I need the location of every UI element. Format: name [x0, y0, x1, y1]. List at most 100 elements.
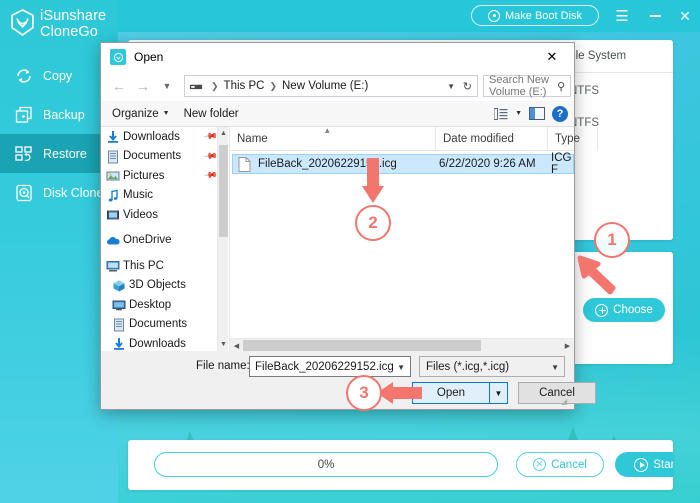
tree-item-downloads-pc[interactable]: Downloads: [101, 334, 228, 351]
choose-label: Choose: [613, 304, 653, 316]
tree-item-label: Documents: [123, 150, 182, 163]
tree-item-videos[interactable]: Videos: [101, 205, 228, 225]
3d-objects-icon: [113, 280, 125, 291]
help-icon[interactable]: ?: [552, 105, 568, 122]
tree-item-label: Downloads: [123, 130, 180, 143]
new-folder-button[interactable]: New folder: [177, 101, 246, 127]
dialog-cancel-button[interactable]: Cancel: [518, 382, 596, 404]
file-list-horizontal-scrollbar[interactable]: ◀ ▶: [230, 338, 574, 351]
resize-grip-icon[interactable]: ◢: [561, 397, 571, 407]
choose-button[interactable]: Choose: [583, 298, 665, 322]
play-circle-icon: [634, 457, 649, 472]
preview-pane-icon[interactable]: [529, 107, 545, 120]
videos-icon: [107, 210, 119, 220]
file-name-value: FileBack_20206229152.icg: [255, 360, 394, 373]
breadcrumb-separator: ❯: [269, 80, 277, 91]
file-list-header: Name ▴ Date modified Type: [230, 125, 598, 151]
column-header-type[interactable]: Type: [548, 127, 598, 151]
chevron-down-icon[interactable]: ▼: [397, 363, 405, 372]
scrollbar-thumb[interactable]: [243, 340, 481, 351]
dialog-title: Open: [134, 50, 164, 64]
filter-value: Files (*.icg,*.icg): [426, 360, 510, 373]
chevron-down-icon[interactable]: ▼: [155, 74, 179, 98]
open-file-dialog: Open ✕ ← → ▼ ↑ ❯ This PC ❯ New Volume (E…: [100, 42, 598, 410]
minimize-icon[interactable]: [645, 6, 665, 26]
tree-item-music[interactable]: Music: [101, 186, 228, 206]
breadcrumb-item-this-pc[interactable]: This PC: [224, 80, 265, 92]
chevron-down-icon[interactable]: ▼: [447, 82, 455, 91]
copy-refresh-icon: [17, 68, 31, 83]
breadcrumb-separator: ❯: [211, 80, 219, 91]
dialog-navbar: ← → ▼ ↑ ❯ This PC ❯ New Volume (E:) ▼ ↻ …: [101, 71, 574, 101]
sidebar-item-label: Backup: [43, 107, 85, 122]
x-circle-icon: ✕: [533, 458, 547, 471]
file-name-input[interactable]: FileBack_20206229152.icg ▼: [249, 356, 411, 377]
view-options-icon[interactable]: [494, 107, 508, 120]
open-label: Open: [436, 387, 466, 399]
tree-item-desktop[interactable]: Desktop: [101, 295, 228, 315]
arrow-left-icon[interactable]: ←: [107, 74, 131, 98]
chevron-down-icon: ▼: [551, 363, 559, 372]
music-note-icon: [108, 189, 118, 201]
cancel-button[interactable]: ✕ Cancel: [516, 452, 604, 477]
disc-icon: [487, 9, 500, 22]
tree-item-onedrive[interactable]: OneDrive: [101, 231, 228, 251]
tree-item-downloads[interactable]: Downloads 📌: [101, 127, 228, 147]
pin-icon: 📌: [203, 148, 219, 164]
dialog-titlebar: Open ✕: [101, 43, 574, 71]
breadcrumb-item-new-volume[interactable]: New Volume (E:): [282, 80, 368, 92]
sidebar-item-label: Copy: [43, 68, 73, 83]
scroll-down-icon[interactable]: ▼: [218, 338, 228, 351]
file-name-label: File name:: [196, 360, 250, 372]
isunshare-logo-icon: [11, 9, 34, 36]
progress-text: 0%: [317, 458, 335, 471]
scroll-up-icon[interactable]: ▲: [218, 127, 228, 140]
tree-item-pictures[interactable]: Pictures 📌: [101, 166, 228, 186]
column-header-name[interactable]: Name ▴: [230, 125, 436, 151]
organize-button[interactable]: Organize ▼: [105, 101, 177, 127]
chevron-down-icon[interactable]: ▼: [515, 110, 522, 117]
file-type-filter-select[interactable]: Files (*.icg,*.icg) ▼: [419, 356, 565, 377]
tree-item-label: 3D Objects: [129, 279, 186, 292]
pin-icon: 📌: [203, 167, 219, 183]
tree-item-label: Music: [123, 189, 154, 202]
tree-item-3d-objects[interactable]: 3D Objects: [101, 276, 228, 296]
open-button[interactable]: Open: [412, 382, 490, 404]
scrollbar-thumb[interactable]: [219, 145, 228, 237]
tree-scrollbar[interactable]: ▲ ▼: [217, 127, 228, 351]
start-button[interactable]: Start: [615, 452, 673, 477]
tree-item-this-pc[interactable]: This PC: [101, 256, 228, 276]
column-header-date-modified[interactable]: Date modified: [436, 127, 548, 151]
tree-item-documents[interactable]: Documents 📌: [101, 147, 228, 167]
make-boot-disk-label: Make Boot Disk: [504, 9, 583, 22]
close-icon[interactable]: ✕: [530, 43, 574, 71]
make-boot-disk-button[interactable]: Make Boot Disk: [471, 5, 599, 26]
toolbar-right-group: ▼ ?: [494, 105, 568, 122]
onedrive-cloud-icon: [107, 236, 120, 244]
disk-clone-icon: [16, 184, 32, 201]
hamburger-menu-icon[interactable]: ☰: [612, 6, 632, 26]
cancel-label: Cancel: [551, 458, 587, 471]
annotation-marker-2: 2: [355, 205, 391, 241]
sort-ascending-icon: ▴: [325, 125, 330, 135]
tree-item-label: Videos: [123, 208, 158, 221]
file-type-cell: ICG F: [551, 152, 572, 176]
file-row[interactable]: FileBack_20206229152.icg 6/22/2020 9:26 …: [232, 152, 574, 176]
desktop-icon: [112, 300, 126, 311]
search-input[interactable]: Search New Volume (E:) ⚲: [483, 74, 571, 98]
organize-label: Organize: [112, 107, 159, 120]
file-name-cell: FileBack_20206229152.icg: [258, 158, 397, 170]
tree-item-label: This PC: [123, 259, 164, 272]
drive-icon: [189, 84, 203, 89]
pin-icon: 📌: [203, 128, 219, 144]
arrow-right-icon[interactable]: →: [131, 74, 155, 98]
column-label: Type: [555, 133, 580, 145]
refresh-icon[interactable]: ↻: [463, 80, 472, 93]
annotation-marker-1: 1: [594, 222, 630, 258]
dialog-body: Downloads 📌 Documents 📌 Pictures 📌 Music…: [101, 125, 598, 351]
address-bar[interactable]: ❯ This PC ❯ New Volume (E:) ▼ ↻: [184, 75, 478, 97]
dialog-footer: File name: FileBack_20206229152.icg ▼ Fi…: [101, 351, 596, 409]
open-split-button[interactable]: ▼: [490, 382, 508, 404]
tree-item-documents-pc[interactable]: Documents: [101, 315, 228, 335]
close-icon[interactable]: ✕: [675, 6, 695, 26]
